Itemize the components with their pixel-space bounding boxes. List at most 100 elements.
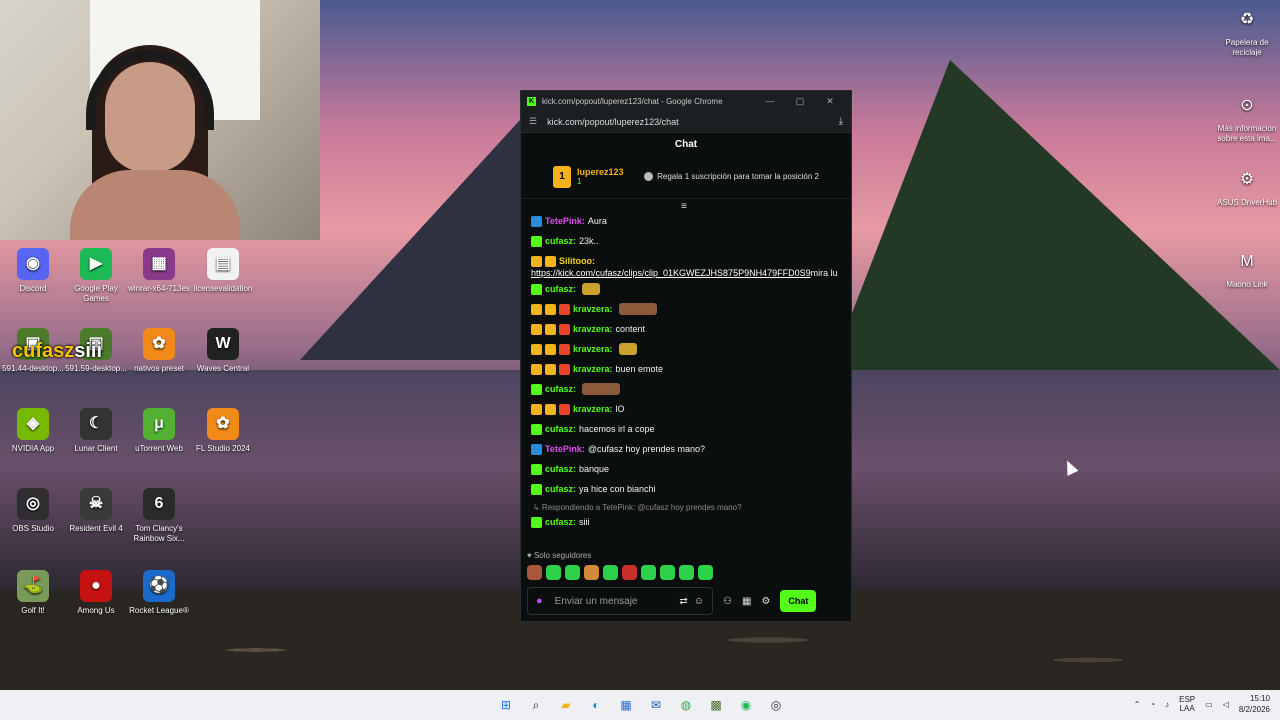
- chat-username[interactable]: kravzera:: [573, 343, 613, 355]
- send-chat-button[interactable]: Chat: [780, 590, 817, 612]
- volume-icon[interactable]: ◁: [1223, 700, 1229, 709]
- chat-username[interactable]: cufasz:: [545, 383, 576, 395]
- chat-username[interactable]: TetePink:: [545, 215, 585, 227]
- chat-username[interactable]: cufasz:: [545, 516, 576, 528]
- desktop-shortcut[interactable]: ⊙ Más información sobre esta ima...: [1212, 92, 1280, 144]
- minecraft-icon[interactable]: ▩: [706, 695, 726, 715]
- emoji-icon[interactable]: ☺: [694, 596, 704, 607]
- gift-badge-icon[interactable]: [559, 304, 570, 315]
- chat-username[interactable]: Silitooo:: [559, 255, 595, 267]
- leader-name[interactable]: luperez123: [577, 167, 624, 177]
- users-icon[interactable]: ⚇: [723, 596, 732, 607]
- chat-username[interactable]: cufasz:: [545, 283, 576, 295]
- mod-badge-icon[interactable]: [531, 216, 542, 227]
- chrome-icon[interactable]: ◍: [676, 695, 696, 715]
- chat-emote[interactable]: [618, 303, 657, 315]
- chat-link[interactable]: https://kick.com/cufasz/clips/clip_01KGW…: [531, 267, 811, 279]
- mod-badge-icon[interactable]: [531, 444, 542, 455]
- desktop-shortcut[interactable]: ● Among Us: [63, 570, 129, 616]
- crown-badge-icon[interactable]: [531, 256, 542, 267]
- gift-sub-prompt[interactable]: Regala 1 suscripción para tomar la posic…: [644, 172, 819, 181]
- chat-username[interactable]: cufasz:: [545, 483, 576, 495]
- emote-button[interactable]: [603, 565, 618, 580]
- gift-badge-icon[interactable]: [559, 344, 570, 355]
- chat-emote[interactable]: [618, 343, 637, 355]
- verified-badge-icon[interactable]: [531, 464, 542, 475]
- desktop-shortcut[interactable]: ♻ Papelera de reciclaje: [1212, 6, 1280, 58]
- edge-icon[interactable]: ◐: [586, 695, 606, 715]
- chat-username[interactable]: cufasz:: [545, 423, 576, 435]
- gift-badge-icon[interactable]: [559, 404, 570, 415]
- emote-button[interactable]: [565, 565, 580, 580]
- emote-button[interactable]: [622, 565, 637, 580]
- crown-badge-icon[interactable]: [531, 324, 542, 335]
- mic-icon[interactable]: ●: [536, 595, 543, 607]
- search-icon[interactable]: ⌕: [526, 695, 546, 715]
- desktop-shortcut[interactable]: ⚙ ASUS DriverHub: [1212, 166, 1280, 208]
- chat-username[interactable]: kravzera:: [573, 323, 613, 335]
- desktop-shortcut[interactable]: ◎ OBS Studio: [0, 488, 66, 534]
- close-button[interactable]: ✕: [815, 96, 845, 107]
- outlook-icon[interactable]: ✉: [646, 695, 666, 715]
- verified-badge-icon[interactable]: [531, 236, 542, 247]
- sub-badge-icon[interactable]: [545, 344, 556, 355]
- file-explorer-icon[interactable]: ▰: [556, 695, 576, 715]
- chat-input[interactable]: ● Enviar un mensaje ⇄ ☺: [527, 587, 713, 615]
- verified-badge-icon[interactable]: [531, 517, 542, 528]
- chat-emote[interactable]: [582, 283, 601, 295]
- chat-username[interactable]: cufasz:: [545, 463, 576, 475]
- emote-button[interactable]: [584, 565, 599, 580]
- sub-badge-icon[interactable]: [545, 364, 556, 375]
- crown-badge-icon[interactable]: [531, 364, 542, 375]
- verified-badge-icon[interactable]: [531, 484, 542, 495]
- address-bar[interactable]: ☰ kick.com/popout/luperez123/chat ⤓: [521, 111, 851, 133]
- desktop-shortcut[interactable]: ▦ winrar-x64-713es: [126, 248, 192, 294]
- sub-badge-icon[interactable]: [545, 304, 556, 315]
- emote-button[interactable]: [546, 565, 561, 580]
- tray-overflow-icon[interactable]: ⌃: [1134, 700, 1141, 709]
- chat-username[interactable]: TetePink:: [545, 443, 585, 455]
- chat-username[interactable]: kravzera:: [573, 303, 613, 315]
- translate-icon[interactable]: ⇄: [679, 596, 687, 607]
- network-icon[interactable]: ◔: [1150, 700, 1155, 709]
- sub-badge-icon[interactable]: [545, 256, 556, 267]
- crown-badge-icon[interactable]: [531, 404, 542, 415]
- verified-badge-icon[interactable]: [531, 424, 542, 435]
- desktop-shortcut[interactable]: ▤ licensevalidation: [190, 248, 256, 294]
- store-icon[interactable]: ▦: [616, 695, 636, 715]
- desktop-shortcut[interactable]: ✿ FL Studio 2024: [190, 408, 256, 454]
- sub-badge-icon[interactable]: [545, 324, 556, 335]
- gift-badge-icon[interactable]: [559, 364, 570, 375]
- chat-username[interactable]: kravzera:: [573, 403, 613, 415]
- window-titlebar[interactable]: K kick.com/popout/luperez123/chat - Goog…: [521, 91, 851, 111]
- gift-badge-icon[interactable]: [559, 324, 570, 335]
- verified-badge-icon[interactable]: [531, 284, 542, 295]
- desktop-shortcut[interactable]: ☾ Lunar Client: [63, 408, 129, 454]
- emote-button[interactable]: [679, 565, 694, 580]
- download-icon[interactable]: ⤓: [839, 116, 843, 127]
- emote-button[interactable]: [660, 565, 675, 580]
- display-icon[interactable]: ▭: [1205, 700, 1213, 709]
- reply-reference[interactable]: ↳ Respondiendo a TetePink: @cufasz hoy p…: [531, 503, 841, 512]
- spotify-icon[interactable]: ◉: [736, 695, 756, 715]
- crown-badge-icon[interactable]: [531, 304, 542, 315]
- crown-badge-icon[interactable]: [531, 344, 542, 355]
- desktop-shortcut[interactable]: ✿ nativos preset: [126, 328, 192, 374]
- store-icon[interactable]: ▦: [742, 596, 751, 607]
- desktop-shortcut[interactable]: ◈ NVIDIA App: [0, 408, 66, 454]
- emote-button[interactable]: [641, 565, 656, 580]
- language-indicator[interactable]: ESP LAA: [1179, 695, 1195, 713]
- chat-username[interactable]: kravzera:: [573, 363, 613, 375]
- desktop-shortcut[interactable]: ⛳ Golf It!: [0, 570, 66, 616]
- settings-icon[interactable]: ⚙: [761, 596, 770, 607]
- desktop-shortcut[interactable]: ☠ Resident Evil 4: [63, 488, 129, 534]
- maximize-button[interactable]: ▢: [785, 96, 815, 107]
- obs-taskbar-icon[interactable]: ◎: [766, 695, 786, 715]
- desktop-shortcut[interactable]: ◉ Discord: [0, 248, 66, 294]
- desktop-shortcut[interactable]: 6 Tom Clancy's Rainbow Six...: [126, 488, 192, 544]
- desktop-shortcut[interactable]: ▶ Google Play Games: [63, 248, 129, 304]
- desktop-shortcut[interactable]: M Maono Link: [1212, 248, 1280, 290]
- windows-start-icon[interactable]: ⊞: [496, 695, 516, 715]
- desktop-shortcut[interactable]: W Waves Central: [190, 328, 256, 374]
- desktop-shortcut[interactable]: μ uTorrent Web: [126, 408, 192, 454]
